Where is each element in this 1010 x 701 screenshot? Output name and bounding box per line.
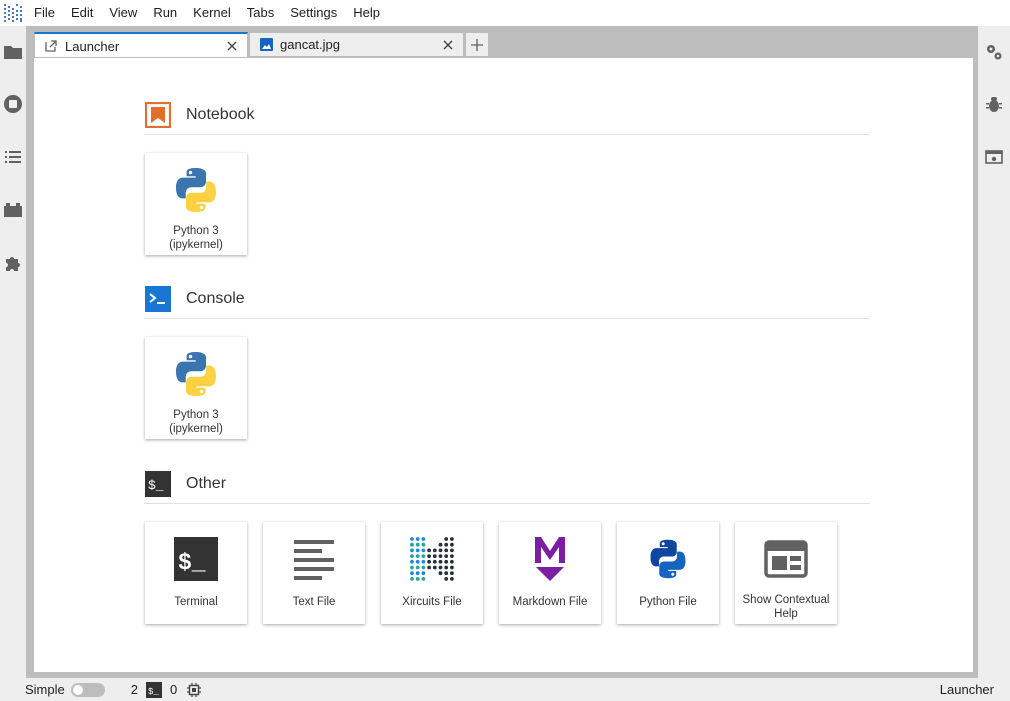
- xircuits-icon: [406, 533, 458, 585]
- notebook-python3-card[interactable]: Python 3 (ipykernel): [145, 153, 247, 255]
- puzzle-icon[interactable]: [0, 250, 26, 276]
- svg-text:$_: $_: [178, 550, 206, 576]
- card-label-line1: Python 3: [173, 409, 219, 421]
- svg-text:$_: $_: [148, 687, 159, 697]
- plus-icon: [471, 38, 483, 51]
- right-sidebar: [978, 26, 1010, 678]
- tab-label: gancat.jpg: [280, 37, 340, 52]
- notebook-section-header: Notebook: [144, 95, 870, 135]
- markdown-file-card[interactable]: Markdown File: [499, 522, 601, 624]
- card-label-line2: (ipykernel): [169, 423, 223, 435]
- card-label: Xircuits File: [402, 596, 462, 608]
- markdown-icon: [524, 533, 576, 585]
- left-sidebar: [0, 26, 26, 678]
- menu-view[interactable]: View: [101, 0, 145, 26]
- console-section-header: Console: [144, 279, 870, 319]
- menu-tabs[interactable]: Tabs: [239, 0, 282, 26]
- console-icon: [144, 285, 172, 313]
- section-title: Other: [186, 474, 227, 492]
- property-inspector-icon[interactable]: [981, 39, 1007, 65]
- notebook-icon: [144, 101, 172, 129]
- tab-launcher[interactable]: Launcher: [34, 32, 248, 58]
- card-label-line1: Show Contextual: [742, 594, 830, 606]
- folder-icon[interactable]: [0, 39, 26, 65]
- python-logo-icon: [170, 164, 222, 216]
- jupyterlab-window: File Edit View Run Kernel Tabs Settings …: [0, 0, 1010, 701]
- menu-edit[interactable]: Edit: [63, 0, 101, 26]
- table-of-contents-icon[interactable]: [981, 144, 1007, 170]
- card-label-line2: Help: [774, 608, 798, 620]
- simple-mode-label: Simple: [25, 682, 65, 697]
- launcher-panel: Notebook Python 3 (ipykernel) Console Py…: [34, 57, 973, 672]
- card-label-line1: Python 3: [173, 225, 219, 237]
- debugger-icon[interactable]: [981, 91, 1007, 117]
- toc-icon[interactable]: [0, 144, 26, 170]
- python-file-card[interactable]: Python File: [617, 522, 719, 624]
- kernel-status-icon: [187, 682, 202, 697]
- close-icon[interactable]: [225, 39, 239, 53]
- python-logo-icon: [170, 348, 222, 400]
- main-dock-area: Launcher gancat.jpg Notebook Python 3 (i…: [26, 26, 978, 678]
- section-title: Console: [186, 289, 245, 307]
- console-python3-card[interactable]: Python 3 (ipykernel): [145, 337, 247, 439]
- python-file-icon: [642, 533, 694, 585]
- section-title: Notebook: [186, 105, 255, 123]
- terminal-card[interactable]: $_ Terminal: [145, 522, 247, 624]
- xircuits-file-card[interactable]: Xircuits File: [381, 522, 483, 624]
- card-label: Python File: [639, 596, 697, 608]
- kernels-count: 0: [169, 682, 178, 697]
- terminal-section-icon: $_: [144, 470, 172, 498]
- extension-manager-icon[interactable]: [0, 197, 26, 223]
- running-icon[interactable]: [0, 91, 26, 117]
- status-bar: Simple 2 $_ 0 Launcher: [0, 678, 1010, 701]
- tab-gancat[interactable]: gancat.jpg: [249, 32, 464, 57]
- terminal-status-icon: $_: [145, 681, 162, 698]
- terminal-icon: $_: [170, 533, 222, 585]
- card-label: Python 3 (ipykernel): [165, 408, 227, 436]
- contextual-help-icon: [760, 533, 812, 585]
- menu-kernel[interactable]: Kernel: [185, 0, 239, 26]
- image-icon: [260, 38, 274, 52]
- new-launcher-button[interactable]: [465, 32, 489, 57]
- contextual-help-card[interactable]: Show Contextual Help: [735, 522, 837, 624]
- close-icon[interactable]: [441, 38, 455, 52]
- card-label: Show Contextual Help: [739, 593, 834, 621]
- tab-label: Launcher: [65, 38, 120, 54]
- current-activity-label: Launcher: [939, 682, 994, 697]
- svg-text:$_: $_: [148, 478, 164, 493]
- card-label: Python 3 (ipykernel): [165, 224, 227, 252]
- terminals-count: 2: [130, 682, 138, 697]
- menubar: File Edit View Run Kernel Tabs Settings …: [0, 0, 1010, 26]
- card-label: Text File: [292, 596, 336, 608]
- card-label: Terminal: [174, 596, 218, 608]
- text-file-icon: [288, 533, 340, 585]
- menu-settings[interactable]: Settings: [282, 0, 345, 26]
- menu-file[interactable]: File: [26, 0, 63, 26]
- simple-mode-toggle[interactable]: [70, 682, 105, 697]
- card-label: Markdown File: [512, 596, 588, 608]
- tab-bar: Launcher gancat.jpg: [34, 32, 489, 58]
- launcher-icon: [45, 39, 59, 53]
- menu-run[interactable]: Run: [145, 0, 185, 26]
- jupyter-logo-icon: [0, 0, 26, 26]
- kernel-terminal-status[interactable]: 2 $_ 0: [130, 681, 202, 698]
- menu-help[interactable]: Help: [345, 0, 388, 26]
- simple-mode-toggle-group: Simple: [25, 682, 105, 697]
- other-section-header: $_ Other: [144, 464, 870, 504]
- text-file-card[interactable]: Text File: [263, 522, 365, 624]
- card-label-line2: (ipykernel): [169, 239, 223, 251]
